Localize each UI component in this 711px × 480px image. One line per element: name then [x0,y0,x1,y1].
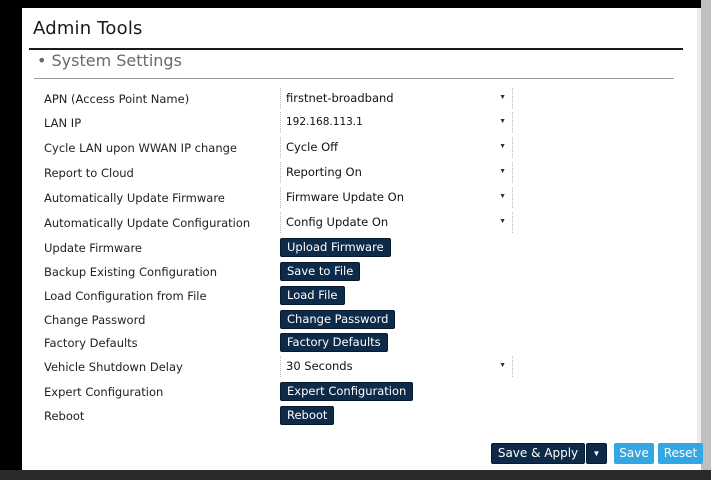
chevron-down-icon: ▼ [499,193,506,200]
chevron-down-icon: ▼ [499,168,506,175]
auto-firmware-value: Firmware Update On [286,190,405,204]
load-config-label: Load Configuration from File [44,289,207,303]
upload-firmware-button[interactable]: Upload Firmware [280,238,391,257]
reboot-label: Reboot [44,409,85,423]
save-button[interactable]: Save [614,443,654,464]
shutdown-delay-label: Vehicle Shutdown Delay [44,360,183,374]
settings-row-reboot: Reboot Reboot [22,405,697,429]
window-bottom-border [0,470,711,480]
page-title: Admin Tools [33,18,143,39]
window-left-border [0,0,22,480]
report-cloud-label: Report to Cloud [44,166,134,180]
section-title: • System Settings [37,51,182,70]
admin-tools-panel: Admin Tools • System Settings APN (Acces… [22,8,697,475]
chevron-down-icon: ▼ [499,362,506,369]
save-to-file-button[interactable]: Save to File [280,262,361,281]
settings-row-backup-config: Backup Existing Configuration Save to Fi… [22,261,697,285]
change-password-button[interactable]: Change Password [280,310,396,329]
settings-row-load-config: Load Configuration from File Load File [22,285,697,309]
change-password-label: Change Password [44,313,146,327]
lan-ip-value: 192.168.113.1 [286,116,363,128]
settings-row-lan-ip: LAN IP 192.168.113.1 ▼ [22,112,697,136]
lan-ip-label: LAN IP [44,116,82,130]
load-file-button[interactable]: Load File [280,286,345,305]
reset-button[interactable]: Reset [658,443,703,464]
factory-defaults-label: Factory Defaults [44,336,138,350]
expert-config-label: Expert Configuration [44,385,164,399]
settings-row-shutdown-delay: Vehicle Shutdown Delay 30 Seconds ▼ [22,356,697,380]
settings-row-apn: APN (Access Point Name) firstnet-broadba… [22,88,697,112]
shutdown-delay-value: 30 Seconds [286,359,353,373]
chevron-down-icon: ▼ [499,94,506,101]
chevron-down-icon: ▼ [499,143,506,150]
settings-row-cycle-lan: Cycle LAN upon WWAN IP change Cycle Off … [22,137,697,161]
auto-firmware-label: Automatically Update Firmware [44,191,225,205]
expert-configuration-button[interactable]: Expert Configuration [280,382,414,401]
shutdown-delay-select[interactable]: 30 Seconds ▼ [280,356,513,377]
cycle-lan-value: Cycle Off [286,140,339,154]
settings-row-change-password: Change Password Change Password [22,309,697,333]
lan-ip-select[interactable]: 192.168.113.1 ▼ [280,112,513,133]
backup-config-label: Backup Existing Configuration [44,265,218,279]
caret-down-icon: ▼ [592,449,601,458]
apn-label: APN (Access Point Name) [44,92,190,106]
chevron-down-icon: ▼ [499,118,506,125]
save-apply-menu-button[interactable]: ▼ [586,443,607,464]
report-cloud-select[interactable]: Reporting On ▼ [280,162,513,183]
auto-config-select[interactable]: Config Update On ▼ [280,212,513,233]
chevron-down-icon: ▼ [499,218,506,225]
title-divider [29,48,683,50]
cycle-lan-select[interactable]: Cycle Off ▼ [280,137,513,158]
settings-row-auto-config: Automatically Update Configuration Confi… [22,212,697,236]
window-top-border [0,0,711,8]
report-cloud-value: Reporting On [286,165,362,179]
auto-config-label: Automatically Update Configuration [44,216,251,230]
save-and-apply-button[interactable]: Save & Apply [491,443,585,464]
settings-row-auto-firmware: Automatically Update Firmware Firmware U… [22,187,697,211]
apn-value: firstnet-broadband [286,91,394,105]
window-scroll-gutter [697,8,701,448]
window-right-edge [701,0,711,480]
auto-firmware-select[interactable]: Firmware Update On ▼ [280,187,513,208]
section-divider [34,78,674,79]
cycle-lan-label: Cycle LAN upon WWAN IP change [44,141,237,155]
auto-config-value: Config Update On [286,215,389,229]
settings-row-report-cloud: Report to Cloud Reporting On ▼ [22,162,697,186]
settings-row-expert-config: Expert Configuration Expert Configuratio… [22,381,697,405]
update-firmware-label: Update Firmware [44,241,143,255]
factory-defaults-button[interactable]: Factory Defaults [280,333,388,352]
apn-select[interactable]: firstnet-broadband ▼ [280,88,513,109]
reboot-button[interactable]: Reboot [280,406,335,425]
settings-row-update-firmware: Update Firmware Upload Firmware [22,237,697,261]
settings-row-factory-defaults: Factory Defaults Factory Defaults [22,332,697,356]
